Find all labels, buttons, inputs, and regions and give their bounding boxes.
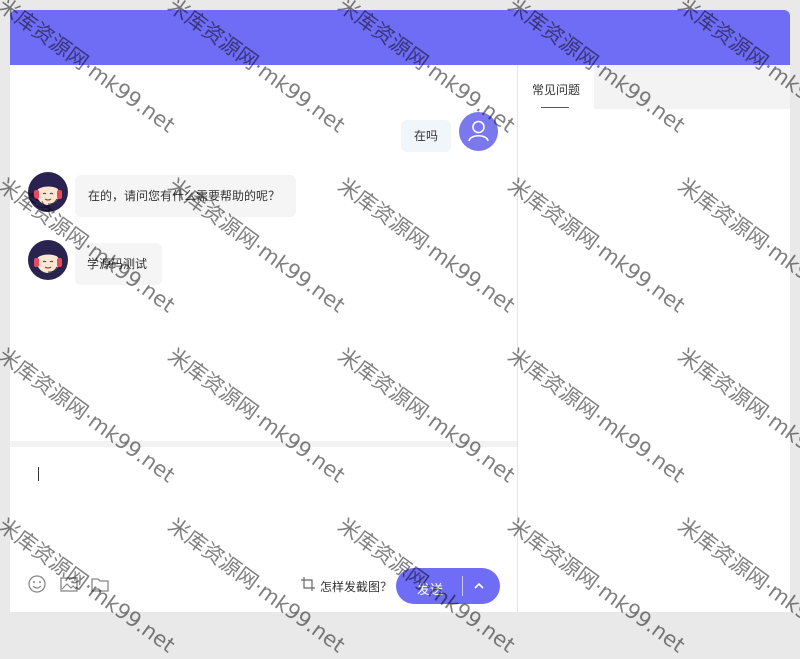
tab-label: 常见问题 <box>532 83 581 97</box>
chat-panel: 在吗 在的，请问您有什么需要帮助的呢？ 学源码测试 怎样发截图？ 发送 <box>10 65 517 612</box>
screenshot-help-link[interactable]: 怎样发截图？ <box>320 578 392 595</box>
tab-faq[interactable]: 常见问题 <box>518 65 594 109</box>
header-bar <box>10 10 790 65</box>
chat-window: 在吗 在的，请问您有什么需要帮助的呢？ 学源码测试 怎样发截图？ 发送 常见问题 <box>10 10 790 612</box>
tab-active-indicator <box>541 107 569 108</box>
send-label: 发送 <box>417 583 444 598</box>
folder-icon[interactable] <box>89 573 111 595</box>
tab-bar: 常见问题 <box>518 65 790 109</box>
message-bubble-agent: 在的，请问您有什么需要帮助的呢？ <box>75 175 296 217</box>
send-button[interactable]: 发送 <box>396 568 500 604</box>
crop-icon[interactable] <box>299 575 317 593</box>
agent-avatar <box>28 172 68 212</box>
agent-avatar <box>28 240 68 280</box>
send-divider <box>462 576 463 596</box>
message-text: 在吗 <box>414 129 439 143</box>
message-bubble-agent: 学源码测试 <box>75 243 162 285</box>
text-cursor <box>38 467 39 481</box>
message-text: 学源码测试 <box>87 257 148 271</box>
message-bubble-user: 在吗 <box>401 120 451 152</box>
message-text: 在的，请问您有什么需要帮助的呢？ <box>88 189 281 203</box>
image-icon[interactable] <box>58 573 80 595</box>
chevron-up-icon[interactable] <box>472 578 486 592</box>
chat-toolbar: 怎样发截图？ 发送 <box>10 555 517 612</box>
user-icon <box>468 120 489 142</box>
emoji-icon[interactable] <box>26 573 48 595</box>
faq-panel: 常见问题 <box>518 65 790 612</box>
user-avatar <box>459 112 498 151</box>
message-input[interactable] <box>10 447 517 557</box>
